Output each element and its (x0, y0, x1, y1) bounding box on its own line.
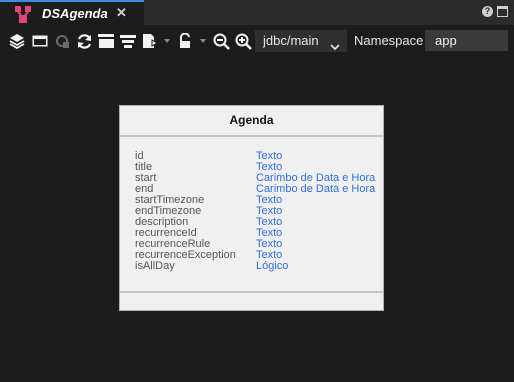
tab-dsagenda[interactable]: DSAgenda ✕ (0, 0, 144, 25)
export-icon[interactable] (141, 25, 159, 57)
chevron-down-icon (330, 36, 340, 58)
window-restore-icon[interactable] (497, 6, 508, 17)
datasource-icon (13, 5, 33, 25)
namespace-input[interactable] (425, 30, 508, 51)
entity-agenda[interactable]: Agenda id Texto title Texto start Carimbo de … (119, 105, 384, 311)
entity-fields: id Texto title Texto start Carimbo de Data e … (135, 151, 380, 272)
connection-select-value: jdbc/main (263, 33, 319, 48)
layers-icon[interactable] (8, 25, 26, 57)
entity-divider (120, 291, 383, 293)
window-icon[interactable] (31, 25, 49, 57)
field-name: isAllDay (135, 260, 175, 272)
entity-title: Agenda (229, 113, 274, 127)
lock-dropdown-chevron-icon[interactable] (200, 39, 206, 43)
tab-bar: DSAgenda ✕ ? (0, 0, 514, 25)
tab-title: DSAgenda (42, 6, 108, 21)
namespace-label: Namespace (354, 33, 424, 48)
sync-disabled-icon[interactable] (53, 25, 71, 57)
lock-icon[interactable] (176, 25, 194, 57)
refresh-icon[interactable] (75, 25, 93, 57)
zoom-out-icon[interactable] (212, 25, 230, 57)
zoom-in-icon[interactable] (234, 25, 252, 57)
entity-divider (120, 135, 383, 137)
stack-icon[interactable] (97, 25, 115, 57)
field-row[interactable]: isAllDay Lógico (135, 261, 380, 272)
align-icon[interactable] (119, 25, 137, 57)
help-icon[interactable]: ? (482, 6, 493, 17)
field-type[interactable]: Lógico (256, 261, 288, 272)
connection-select[interactable]: jdbc/main (255, 30, 347, 52)
export-dropdown-chevron-icon[interactable] (164, 39, 170, 43)
close-icon[interactable]: ✕ (116, 5, 127, 21)
